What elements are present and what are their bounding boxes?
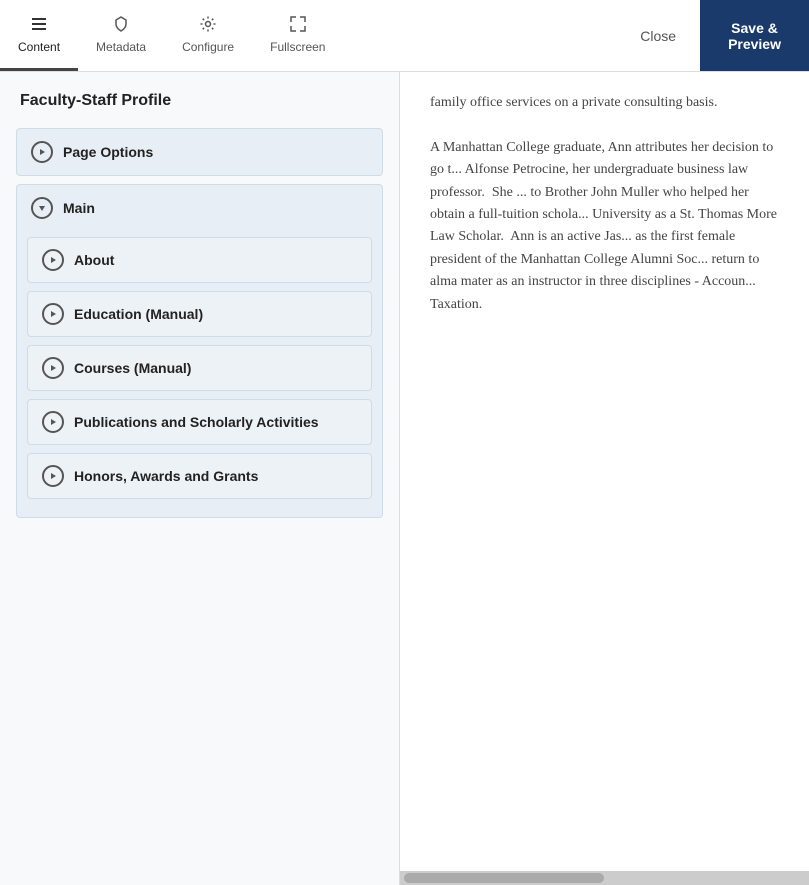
preview-paragraph-1: family office services on a private cons… [430,92,779,114]
accordion-page-options-header[interactable]: Page Options [17,129,382,175]
sub-accordion-publications-header[interactable]: Publications and Scholarly Activities [28,400,371,444]
save-preview-label: Save &Preview [728,20,781,52]
sub-accordion-education[interactable]: Education (Manual) [27,291,372,337]
metadata-icon [112,15,130,36]
sub-accordion-about[interactable]: About [27,237,372,283]
left-panel: Faculty-Staff Profile Page Options [0,72,400,885]
main-sub-items: About Education (Manual) [17,231,382,517]
sub-accordion-honors-header[interactable]: Honors, Awards and Grants [28,454,371,498]
accordion-main[interactable]: Main About [16,184,383,518]
scrollbar-thumb[interactable] [404,873,604,883]
accordion-page-options[interactable]: Page Options [16,128,383,176]
tab-fullscreen-label: Fullscreen [270,40,325,54]
honors-expand-icon [42,465,64,487]
about-expand-icon [42,249,64,271]
sub-accordion-honors[interactable]: Honors, Awards and Grants [27,453,372,499]
toolbar-spacer [343,0,616,71]
sub-accordion-publications[interactable]: Publications and Scholarly Activities [27,399,372,445]
courses-label: Courses (Manual) [74,360,191,376]
courses-expand-icon [42,357,64,379]
save-preview-button[interactable]: Save &Preview [700,0,809,71]
horizontal-scrollbar[interactable] [400,871,809,885]
sub-accordion-education-header[interactable]: Education (Manual) [28,292,371,336]
preview-paragraph-2: A Manhattan College graduate, Ann attrib… [430,137,779,316]
accordion-main-header[interactable]: Main [17,185,382,231]
education-label: Education (Manual) [74,306,203,322]
sub-accordion-courses[interactable]: Courses (Manual) [27,345,372,391]
toolbar: Content Metadata Configure Fullscre [0,0,809,72]
page-options-expand-icon [31,141,53,163]
publications-expand-icon [42,411,64,433]
honors-label: Honors, Awards and Grants [74,468,258,484]
preview-content: family office services on a private cons… [400,72,809,885]
education-expand-icon [42,303,64,325]
tab-fullscreen[interactable]: Fullscreen [252,0,343,71]
page-options-label: Page Options [63,144,153,160]
right-panel: family office services on a private cons… [400,72,809,885]
panel-title: Faculty-Staff Profile [16,92,383,110]
close-button[interactable]: Close [616,0,700,71]
sub-accordion-about-header[interactable]: About [28,238,371,282]
fullscreen-icon [289,15,307,36]
sub-accordion-courses-header[interactable]: Courses (Manual) [28,346,371,390]
about-label: About [74,252,114,268]
content-icon [30,15,48,36]
tab-content[interactable]: Content [0,0,78,71]
main-expand-icon [31,197,53,219]
publications-label: Publications and Scholarly Activities [74,414,319,430]
configure-icon [199,15,217,36]
tab-configure-label: Configure [182,40,234,54]
main-layout: Faculty-Staff Profile Page Options [0,72,809,885]
main-label: Main [63,200,95,216]
tab-metadata-label: Metadata [96,40,146,54]
tab-configure[interactable]: Configure [164,0,252,71]
tab-metadata[interactable]: Metadata [78,0,164,71]
tab-content-label: Content [18,40,60,54]
